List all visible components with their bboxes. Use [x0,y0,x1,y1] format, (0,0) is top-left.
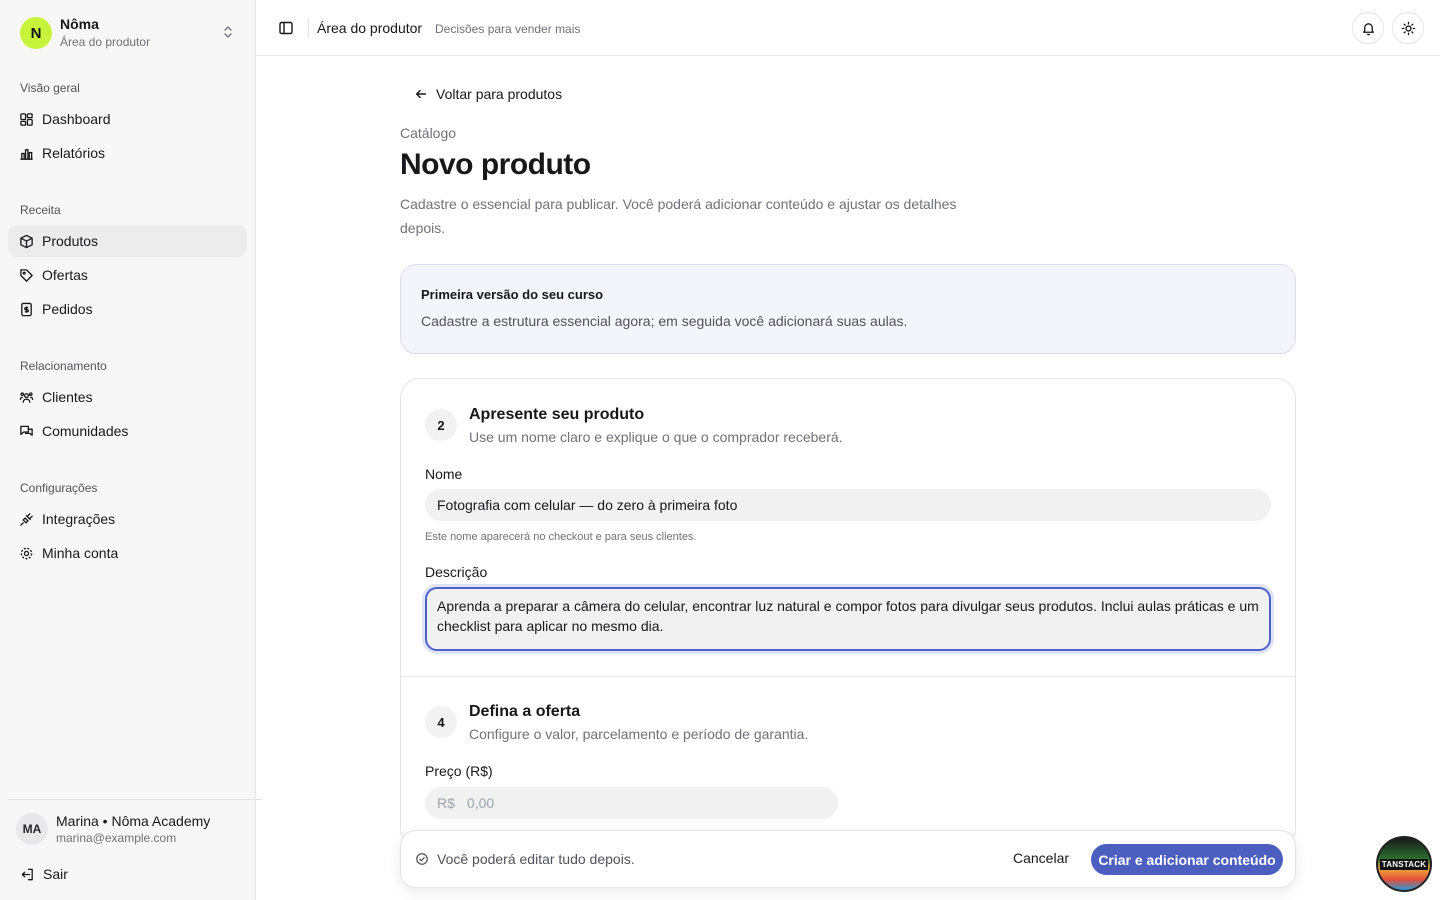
top-header: Área do produtor Decisões para vender ma… [256,0,1440,56]
brand-name: Nôma [60,16,99,32]
step-number: 4 [425,706,457,738]
user-email: marina@example.com [56,831,177,845]
brand-logo: N [20,17,52,49]
sidebar-item-label: Pedidos [42,301,93,317]
check-circle-icon [416,853,428,865]
plug-icon [20,512,33,526]
step-title: Defina a oferta [469,703,581,720]
sidebar-item-label: Comunidades [42,423,129,439]
create-and-add-content-button[interactable]: Criar e adicionar conteúdo [1091,844,1283,875]
step-subtitle: Configure o valor, parcelamento e períod… [469,726,809,742]
description-label: Descrição [425,564,488,580]
tanstack-logo-text: TANSTACK [1379,858,1429,870]
nav-group-label-overview: Visão geral [20,81,80,95]
notifications-button[interactable] [1352,12,1384,44]
sidebar-item-clients[interactable]: Clientes [8,381,247,413]
sidebar-item-products[interactable]: Produtos [8,225,247,257]
info-title: Primeira versão do seu curso [421,287,604,302]
sidebar-divider [8,799,262,800]
user-profile[interactable]: MA Marina • Nôma Academy marina@example.… [16,812,210,846]
currency-prefix: R$ [437,795,455,811]
dashboard-icon [20,112,33,126]
step-title: Apresente seu produto [469,406,645,423]
sidebar-item-label: Ofertas [42,267,88,283]
page-description: Cadastre o essencial para publicar. Você… [400,196,957,236]
sidebar-item-dashboard[interactable]: Dashboard [8,103,247,135]
sidebar-item-label: Produtos [42,233,99,249]
nav-group-label-revenue: Receita [20,203,61,217]
brand-subtitle: Área do produtor [60,35,151,49]
sidebar-item-label: Integrações [42,511,116,527]
bell-icon [1362,22,1374,35]
users-icon [19,391,34,403]
product-name-input[interactable]: Fotografia com celular — do zero à prime… [425,489,1271,521]
sidebar-item-communities[interactable]: Comunidades [8,415,247,447]
sidebar-item-orders[interactable]: Pedidos [8,293,247,325]
sidebar-toggle-icon[interactable] [278,20,294,36]
back-to-products-link[interactable]: Voltar para produtos [414,86,562,102]
step-number: 2 [425,409,457,441]
nav-group-label-relationship: Relacionamento [20,359,107,373]
sidebar-item-my-account[interactable]: Minha conta [8,537,247,569]
sidebar-item-label: Dashboard [42,111,111,127]
logout-label: Sair [43,866,68,882]
sidebar-item-offers[interactable]: Ofertas [8,259,247,291]
breadcrumb: Catálogo [400,125,457,141]
receipt-icon [21,302,32,316]
section-divider [401,676,1295,677]
back-link-label: Voltar para produtos [436,86,563,102]
step-subtitle: Use um nome claro e explique o que o com… [469,429,843,445]
header-title: Área do produtor [317,20,423,36]
tag-icon [20,268,33,282]
price-placeholder: 0,00 [466,795,495,811]
sidebar-item-integrations[interactable]: Integrações [8,503,247,535]
sidebar-item-label: Relatórios [42,145,106,161]
logout-button[interactable]: Sair [20,866,68,882]
price-input[interactable]: R$ 0,00 [425,787,838,819]
product-form-card: 2 Apresente seu produto Use um nome clar… [400,378,1296,848]
gear-icon [20,547,33,559]
workspace-switcher[interactable]: N Nôma Área do produtor [20,16,240,50]
footer-note-text: Você poderá editar tudo depois. [437,851,635,867]
arrow-left-icon [415,89,427,99]
info-callout: Primeira versão do seu curso Cadastre a … [400,264,1296,354]
sidebar-item-reports[interactable]: Relatórios [8,137,247,169]
info-text: Cadastre a estrutura essencial agora; em… [421,313,908,329]
footer-note: Você poderá editar tudo depois. [415,851,635,867]
package-icon [20,234,33,248]
bar-chart-icon [20,148,33,160]
sidebar-item-label: Minha conta [42,545,119,561]
price-label: Preço (R$) [425,763,493,779]
sidebar: N Nôma Área do produtor Visão geral Dash… [0,0,262,900]
sun-icon [1401,21,1415,35]
user-name: Marina • Nôma Academy [56,813,211,829]
cancel-button[interactable]: Cancelar [1013,850,1069,866]
form-action-bar: Você poderá editar tudo depois. Cancelar… [400,830,1296,888]
chevrons-up-down-icon [224,26,232,38]
avatar: MA [16,813,48,845]
logout-icon [21,868,33,880]
name-hint: Este nome aparecerá no checkout e para s… [425,531,697,543]
chat-icon [20,425,33,436]
nav-group-label-settings: Configurações [20,481,98,495]
page-title: Novo produto [400,148,591,181]
tanstack-devtools-badge[interactable]: TANSTACK [1376,836,1432,892]
header-subtitle: Decisões para vender mais [435,22,581,36]
theme-toggle-button[interactable] [1392,12,1424,44]
name-label: Nome [425,466,463,482]
product-description-textarea[interactable]: Aprenda a preparar a câmera do celular, … [425,587,1271,651]
header-separator [308,18,309,38]
sidebar-item-label: Clientes [42,389,93,405]
